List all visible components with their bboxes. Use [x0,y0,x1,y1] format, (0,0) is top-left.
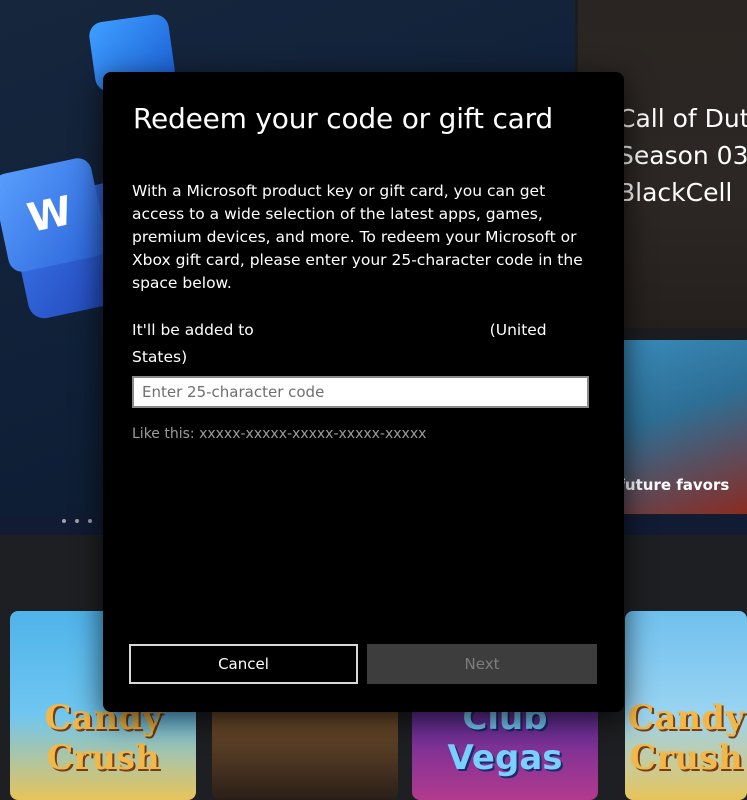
cancel-button[interactable]: Cancel [129,644,358,684]
redeem-dialog: Redeem your code or gift card With a Mic… [103,72,624,712]
featured-game-title: Call of Dut Season 03 BlackCell [618,100,747,211]
featured-title-line: Call of Dut [618,104,747,133]
carousel-dot[interactable] [62,519,66,523]
code-input[interactable] [132,376,589,408]
carousel-dot[interactable] [88,519,92,523]
carousel-dot[interactable] [75,519,79,523]
account-email-redacted [259,321,485,335]
account-prefix: It'll be added to [132,321,254,339]
featured-title-line: Season 03 [618,141,747,170]
dialog-title: Redeem your code or gift card [133,102,553,135]
game-tile-logo: Candy Crush [627,698,745,778]
next-button[interactable]: Next [367,644,597,684]
account-info: It'll be added to (United States) [132,317,572,371]
code-format-hint: Like this: xxxxx-xxxxx-xxxxx-xxxxx-xxxxx [132,426,427,442]
featured-title-line: BlackCell [618,178,733,207]
dialog-description: With a Microsoft product key or gift car… [132,182,583,292]
carousel-dots[interactable] [62,519,92,523]
game-tile-candy-crush[interactable]: Candy Crush [625,611,747,800]
